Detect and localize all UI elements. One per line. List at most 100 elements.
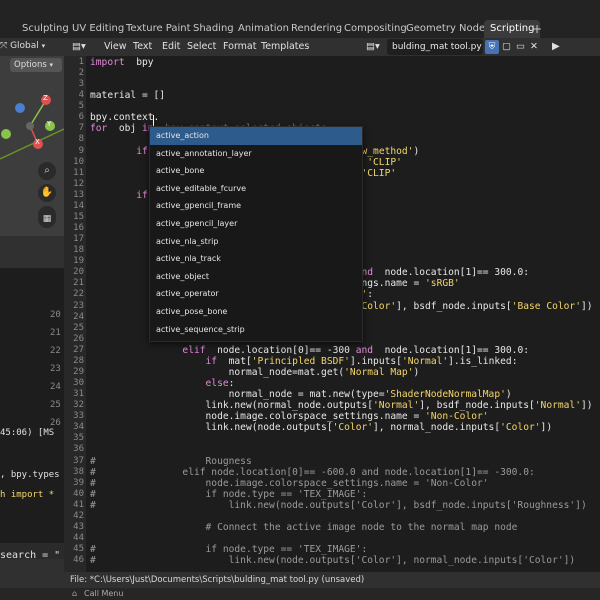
code-token: ) <box>413 145 420 157</box>
code-token: bpy <box>124 57 154 68</box>
tab-animation[interactable]: Animation <box>238 20 289 38</box>
line-number: 10 <box>73 156 84 167</box>
autocomplete-item[interactable]: active_bone <box>150 162 362 180</box>
line-number: 2 <box>78 68 84 79</box>
line-number: 16 <box>73 223 84 234</box>
zoom-icon[interactable]: ⌕ <box>38 162 56 180</box>
menu-format[interactable]: Format <box>223 38 256 56</box>
line-number: 40 <box>73 488 84 499</box>
new-text-icon[interactable]: ▢ <box>502 38 511 56</box>
code-token: 'Principled BSDF' <box>251 355 350 367</box>
code-line[interactable]: # if node.type == 'TEX_IMAGE': <box>90 544 367 555</box>
shield-icon[interactable]: ⛨ <box>485 40 499 54</box>
code-line[interactable]: # node.image.colorspace_settings.name = … <box>90 478 489 489</box>
autocomplete-item[interactable]: active_annotation_layer <box>150 145 362 163</box>
file-name-field[interactable]: bulding_mat tool.py <box>387 39 483 55</box>
code-token: 'Normal' <box>401 355 449 367</box>
code-token: mat[ <box>217 355 252 367</box>
editor-type-icon[interactable]: ▤▾ <box>72 38 86 56</box>
open-folder-icon[interactable]: ▭ <box>516 38 525 56</box>
add-workspace-button[interactable]: + <box>532 20 542 38</box>
menu-text[interactable]: Text <box>133 38 152 56</box>
3d-viewport[interactable]: Options ▾ Z Y X ⌕ ✋ ⎚ <box>0 56 64 236</box>
line-number: 4 <box>78 90 84 101</box>
code-line[interactable]: import bpy <box>90 57 154 68</box>
bottom-status: ⌂ Call Menu <box>0 588 600 600</box>
code-line[interactable]: elif node.location[0]== -300 and node.lo… <box>90 345 529 356</box>
code-token: # node.image.colorspace_settings.name = … <box>90 477 489 489</box>
console-log-line: h import * <box>0 490 55 500</box>
tab-texture-paint[interactable]: Texture Paint <box>126 20 191 38</box>
code-line[interactable]: # elif node.location[0]== -600.0 and nod… <box>90 467 535 478</box>
autocomplete-item[interactable]: active_action <box>150 127 362 145</box>
code-line[interactable]: else: <box>90 378 235 390</box>
line-number: 23 <box>50 364 61 374</box>
tab-shading[interactable]: Shading <box>193 20 234 38</box>
tab-uv-editing[interactable]: UV Editing <box>72 20 124 38</box>
code-line[interactable]: normal_node = mat.new(type='ShaderNodeNo… <box>90 389 512 400</box>
code-line[interactable]: if mat['Principled BSDF'].inputs['Normal… <box>90 355 518 367</box>
text-browse-icon[interactable]: ▤▾ <box>366 38 380 56</box>
code-line[interactable]: normal_node=mat.get('Normal Map') <box>90 367 420 378</box>
autocomplete-item[interactable]: active_nla_track <box>150 250 362 268</box>
autocomplete-item[interactable]: active_editable_fcurve <box>150 180 362 198</box>
hand-pan-icon[interactable]: ✋ <box>38 184 56 202</box>
line-number: 43 <box>73 521 84 532</box>
code-line[interactable]: # link.new(node.outputs['Color'], normal… <box>90 555 575 566</box>
line-number: 27 <box>73 344 84 355</box>
code-token: # elif node.location[0]== -600.0 and nod… <box>90 466 535 478</box>
code-token: ].inputs[ <box>349 355 402 367</box>
menu-select[interactable]: Select <box>187 38 216 56</box>
orientation-dropdown[interactable]: ⤧ Global ▾ <box>0 41 45 51</box>
autocomplete-item[interactable]: active_object <box>150 268 362 286</box>
line-number: 5 <box>78 101 84 112</box>
code-line[interactable]: link.new(normal_node.outputs['Normal'], … <box>90 400 593 411</box>
code-line[interactable]: # Connect the active image node to the n… <box>90 522 518 533</box>
line-number: 36 <box>73 444 84 455</box>
code-token: 'Base Color' <box>511 300 581 312</box>
tab-rendering[interactable]: Rendering <box>291 20 342 38</box>
close-icon[interactable]: ✕ <box>530 38 538 56</box>
menu-edit[interactable]: Edit <box>162 38 180 56</box>
autocomplete-item[interactable]: active_nla_strip <box>150 233 362 251</box>
code-line[interactable]: bpy.context. <box>90 112 159 123</box>
code-line[interactable]: material = [] <box>90 90 165 101</box>
autocomplete-item[interactable]: active_sequence_strip <box>150 321 362 339</box>
tab-geometry-nodes[interactable]: Geometry Nodes <box>406 20 490 38</box>
code-line[interactable]: # if node.type == 'TEX_IMAGE': <box>90 489 367 500</box>
console-input-line[interactable]: search = " <box>0 550 60 561</box>
code-token: link.new(normal_node.outputs[ <box>90 400 374 412</box>
code-line[interactable]: # link.new(node.outputs['Color'], bsdf_n… <box>90 500 587 511</box>
line-number: 39 <box>73 477 84 488</box>
code-token: 'Color' <box>332 422 374 434</box>
code-line[interactable]: link.new(node.outputs['Color'], normal_n… <box>90 422 553 434</box>
line-number: 20 <box>73 267 84 278</box>
code-line[interactable]: node.image.colorspace_settings.name = 'N… <box>90 411 489 422</box>
perspective-grid-icon[interactable]: ▦ <box>38 210 56 228</box>
line-number: 34 <box>73 422 84 433</box>
line-number: 13 <box>73 189 84 200</box>
python-console[interactable]: 20 21 22 23 24 25 26 45:06) [MS , bpy.types h … <box>0 268 64 558</box>
line-number: 32 <box>73 400 84 411</box>
line-number: 37 <box>73 455 84 466</box>
autocomplete-item[interactable]: active_gpencil_frame <box>150 197 362 215</box>
autocomplete-item[interactable]: active_pose_bone <box>150 303 362 321</box>
autocomplete-item[interactable]: active_gpencil_layer <box>150 215 362 233</box>
code-token: : <box>228 378 235 390</box>
grid-icon[interactable] <box>38 228 56 234</box>
menu-view[interactable]: View <box>104 38 127 56</box>
tab-sculpting[interactable]: Sculpting <box>22 20 69 38</box>
line-number: 21 <box>50 328 61 338</box>
code-token: 'CLIP' <box>361 167 397 179</box>
console-log-line: , bpy.types <box>0 470 60 480</box>
menu-templates[interactable]: Templates <box>261 38 309 56</box>
console-log-line: 45:06) [MS <box>0 428 55 438</box>
code-token: node.location[1]== 300.0: <box>373 267 529 279</box>
run-script-icon[interactable]: ▶ <box>552 38 560 56</box>
code-line[interactable]: # Rougness <box>90 456 252 467</box>
autocomplete-item[interactable]: active_operator <box>150 285 362 303</box>
autocomplete-popup[interactable]: active_action active_annotation_layer acti… <box>149 126 363 342</box>
code-token: ], bsdf_node.inputs[ <box>396 300 512 312</box>
tab-compositing[interactable]: Compositing <box>344 20 407 38</box>
